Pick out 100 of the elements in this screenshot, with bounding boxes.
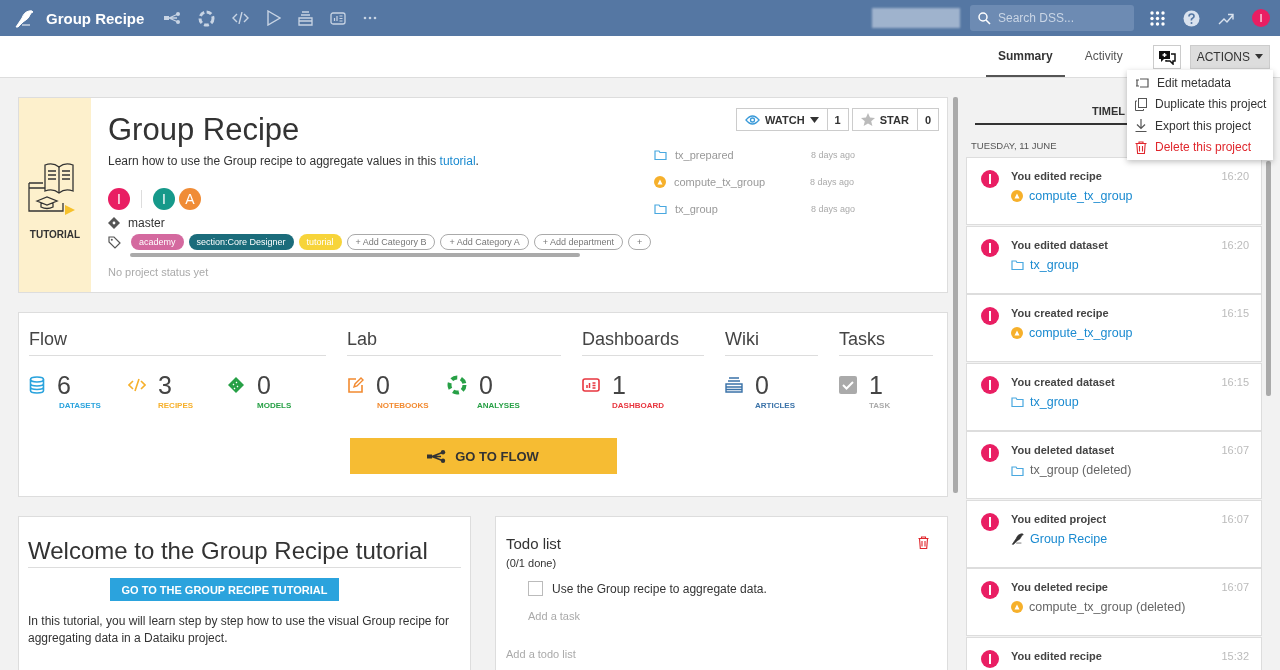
event-action: You edited recipe (1011, 649, 1103, 662)
project-status: No project status yet (108, 266, 210, 278)
stat-count[interactable]: 1 (869, 370, 883, 400)
recipe-icon (1011, 601, 1023, 613)
checkbox[interactable] (528, 581, 543, 596)
stat-label[interactable]: DASHBOARD (612, 401, 682, 410)
section-heading: Dashboards (582, 329, 704, 356)
bird-logo-icon[interactable] (14, 8, 34, 28)
stat-count[interactable]: 0 (755, 370, 769, 400)
welcome-heading: Welcome to the Group Recipe tutorial (28, 537, 461, 568)
flow-icon (427, 449, 447, 463)
apps-grid-icon[interactable] (1150, 10, 1165, 26)
copy-icon (1135, 97, 1147, 111)
stat-count[interactable]: 0 (257, 370, 271, 400)
user-avatar (981, 444, 999, 462)
database-icon (29, 376, 45, 394)
stack-icon (725, 377, 743, 393)
event-link[interactable]: compute_tx_group (1029, 189, 1133, 203)
dashed-circle-icon[interactable] (198, 9, 216, 27)
tutorial-link[interactable]: tutorial (439, 154, 476, 168)
todo-progress: (0/1 done) (506, 557, 558, 569)
stat-count[interactable]: 0 (376, 370, 390, 400)
recent-item[interactable]: tx_group (675, 202, 803, 215)
add-tag-button[interactable]: + Add department (533, 234, 623, 250)
menu-item[interactable]: Delete this project (1127, 136, 1273, 158)
recent-item[interactable]: compute_tx_group (674, 175, 802, 188)
todo-item: Use the Group recipe to aggregate data. (552, 581, 767, 596)
stat-label[interactable]: DATASETS (59, 401, 128, 410)
add-tag-button[interactable]: + Add Category B (346, 234, 436, 250)
trash-icon[interactable] (918, 536, 929, 549)
item-time: 8 days ago (810, 176, 855, 187)
event-object: tx_group (deleted) (1030, 463, 1132, 477)
stat-label[interactable]: ANALYSES (477, 401, 547, 410)
vertical-scrollbar[interactable] (1266, 161, 1271, 396)
add-tag-button[interactable]: + Add Category A (440, 234, 529, 250)
menu-item[interactable]: Export this project (1127, 115, 1273, 137)
tag[interactable]: section:Core Designer (188, 234, 294, 250)
tutorial-button[interactable]: GO TO THE GROUP RECIPE TUTORIAL (109, 578, 340, 601)
folder-icon (1011, 396, 1024, 407)
folder-icon (1011, 464, 1024, 476)
stat-label[interactable]: ARTICLES (755, 401, 818, 410)
dashboard-icon[interactable] (330, 11, 347, 25)
vertical-scrollbar[interactable] (953, 97, 958, 493)
flow-icon[interactable] (164, 12, 182, 24)
stat-count[interactable]: 6 (57, 370, 71, 400)
chat-icon (1156, 48, 1177, 65)
add-tag-button[interactable]: + (628, 234, 652, 250)
bird-icon (1011, 532, 1024, 545)
dashed-circle-icon (447, 375, 467, 395)
tag[interactable]: academy (131, 234, 184, 250)
dashboard-icon (582, 378, 600, 392)
menu-item[interactable]: Duplicate this project (1127, 93, 1273, 115)
go-to-flow-button[interactable]: GO TO FLOW (349, 438, 617, 474)
event-action: You created dataset (1011, 375, 1116, 388)
recent-item[interactable]: tx_prepared (675, 148, 803, 161)
trend-arrow-icon[interactable] (1218, 11, 1234, 25)
event-link[interactable]: tx_group (1030, 257, 1079, 272)
play-icon[interactable] (266, 10, 282, 26)
actions-button[interactable]: ACTIONS (1189, 44, 1270, 69)
stat-count[interactable]: 0 (479, 370, 493, 400)
caret-icon (1255, 54, 1263, 59)
project-title[interactable]: Group Recipe (46, 9, 145, 27)
search-field[interactable]: Search DSS... (970, 5, 1134, 31)
event-time: 16:15 (1221, 375, 1249, 390)
notebook-icon (347, 376, 364, 394)
add-todo-list-field[interactable]: Add a todo list (506, 648, 937, 660)
folder-icon (654, 203, 667, 214)
stat-label[interactable]: TASK (869, 401, 933, 410)
stack-icon[interactable] (298, 10, 314, 26)
stat-count[interactable]: 3 (158, 370, 172, 400)
user-avatar (981, 170, 999, 188)
event-link[interactable]: tx_group (1030, 394, 1079, 409)
stat-label[interactable]: MODELS (257, 401, 326, 410)
user-avatar[interactable]: I (1252, 9, 1270, 27)
diamond-icon (227, 376, 245, 394)
tutorial-label: TUTORIAL (29, 228, 81, 240)
section-heading: Flow (29, 329, 326, 356)
help-icon[interactable] (1183, 9, 1200, 27)
tag-icon (108, 235, 121, 249)
event-time: 16:07 (1221, 444, 1249, 458)
event-time: 16:20 (1221, 238, 1249, 253)
date-heading: TUESDAY, 11 JUNE (971, 140, 1057, 151)
contributor-avatar[interactable]: I (153, 188, 175, 210)
event-link[interactable]: compute_tx_group (1029, 326, 1133, 340)
recipe-icon (1011, 190, 1023, 202)
stat-label[interactable]: NOTEBOOKS (377, 401, 447, 410)
discussions-button[interactable] (1152, 44, 1181, 69)
add-task-field[interactable]: Add a task (528, 610, 937, 622)
timeline-tab[interactable]: TIMEL (1092, 105, 1125, 123)
item-time: 8 days ago (811, 149, 856, 160)
stat-count[interactable]: 1 (612, 370, 626, 400)
tab[interactable]: Summary (985, 36, 1065, 77)
branch-icon (108, 217, 120, 229)
event-link[interactable]: Group Recipe (1030, 531, 1108, 546)
owner-avatar[interactable]: I (108, 188, 130, 210)
horizontal-scrollbar[interactable] (130, 253, 580, 257)
code-icon[interactable] (232, 12, 250, 24)
more-icon[interactable] (363, 16, 378, 20)
contributor-avatar[interactable]: A (179, 188, 201, 210)
search-icon (978, 12, 991, 25)
